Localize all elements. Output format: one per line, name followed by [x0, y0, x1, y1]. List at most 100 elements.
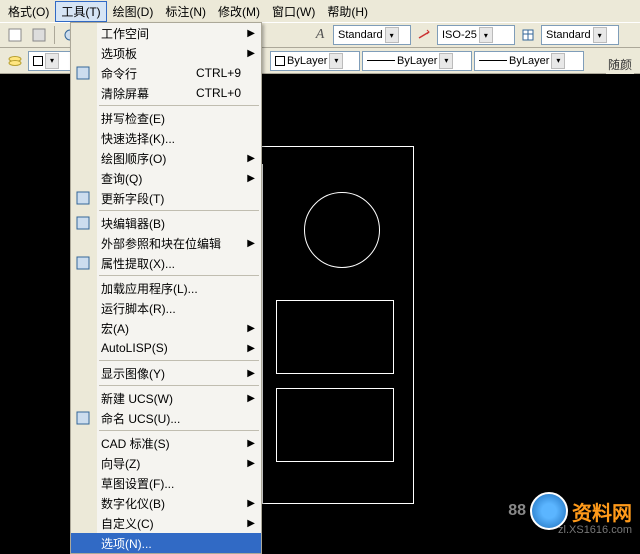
dropdown-arrow-icon: ▾ — [439, 53, 453, 69]
dropdown-arrow-icon: ▾ — [593, 27, 607, 43]
dropdown-arrow-icon: ▾ — [551, 53, 565, 69]
menu-help[interactable]: 帮助(H) — [321, 1, 374, 22]
dim-style-combo[interactable]: ISO-25▾ — [437, 25, 515, 45]
menu-item-11[interactable]: 块编辑器(B) — [71, 213, 261, 233]
color-combo[interactable]: ByLayer▾ — [270, 51, 360, 71]
menu-item-label: 自定义(C) — [101, 515, 154, 532]
layer-icon[interactable] — [4, 50, 26, 72]
menu-item-1[interactable]: 选项板▶ — [71, 43, 261, 63]
submenu-arrow-icon: ▶ — [247, 368, 255, 379]
line-preview — [367, 60, 395, 61]
plot-style-label: 随颜 — [606, 54, 634, 75]
menu-item-18[interactable]: AutoLISP(S)▶ — [71, 338, 261, 358]
drawing-circle — [304, 192, 380, 268]
menu-item-label: 工作空间 — [101, 25, 149, 42]
tool-icon-1[interactable] — [4, 24, 26, 46]
menu-item-25[interactable]: CAD 标准(S) ▶ — [71, 433, 261, 453]
menu-item-6[interactable]: 快速选择(K)... — [71, 128, 261, 148]
menu-item-9[interactable]: 更新字段(T) — [71, 188, 261, 208]
menu-draw[interactable]: 绘图(D) — [107, 1, 160, 22]
lineweight-value: ByLayer — [509, 55, 549, 67]
dim-style-icon[interactable] — [413, 24, 435, 46]
menu-item-8[interactable]: 查询(Q) ▶ — [71, 168, 261, 188]
menu-item-label: 草图设置(F)... — [101, 475, 174, 492]
menu-item-label: 属性提取(X)... — [101, 255, 175, 272]
block-icon — [75, 215, 91, 231]
menu-dimension[interactable]: 标注(N) — [159, 1, 212, 22]
menu-item-29[interactable]: 自定义(C) ▶ — [71, 513, 261, 533]
text-style-icon[interactable]: A — [309, 24, 331, 46]
menu-item-label: 清除屏幕 — [101, 85, 149, 102]
menu-item-label: CAD 标准(S) — [101, 435, 170, 452]
tool-icon-2[interactable] — [28, 24, 50, 46]
dropdown-arrow-icon: ▾ — [385, 27, 399, 43]
table-style-combo[interactable]: Standard▾ — [541, 25, 619, 45]
color-value: ByLayer — [287, 55, 327, 67]
menu-item-17[interactable]: 宏(A)▶ — [71, 318, 261, 338]
menu-item-26[interactable]: 向导(Z)▶ — [71, 453, 261, 473]
line-preview — [479, 60, 507, 61]
submenu-arrow-icon: ▶ — [247, 173, 255, 184]
menu-item-23[interactable]: 命名 UCS(U)... — [71, 408, 261, 428]
menu-item-2[interactable]: 命令行CTRL+9 — [71, 63, 261, 83]
submenu-arrow-icon: ▶ — [247, 153, 255, 164]
menu-item-20[interactable]: 显示图像(Y) ▶ — [71, 363, 261, 383]
menu-item-27[interactable]: 草图设置(F)... — [71, 473, 261, 493]
menu-item-30[interactable]: 选项(N)... — [71, 533, 261, 553]
menu-item-3[interactable]: 清除屏幕 CTRL+0 — [71, 83, 261, 103]
menu-item-12[interactable]: 外部参照和块在位编辑 ▶ — [71, 233, 261, 253]
submenu-arrow-icon: ▶ — [247, 458, 255, 469]
menu-item-label: 快速选择(K)... — [101, 130, 175, 147]
submenu-arrow-icon: ▶ — [247, 438, 255, 449]
menu-item-label: 外部参照和块在位编辑 — [101, 235, 221, 252]
text-style-combo[interactable]: Standard▾ — [333, 25, 411, 45]
submenu-arrow-icon: ▶ — [247, 238, 255, 249]
menu-item-label: 命名 UCS(U)... — [101, 410, 180, 427]
linetype-value: ByLayer — [397, 55, 437, 67]
submenu-arrow-icon: ▶ — [247, 28, 255, 39]
menu-shortcut: CTRL+0 — [196, 86, 241, 100]
menu-modify[interactable]: 修改(M) — [212, 1, 266, 22]
menu-window[interactable]: 窗口(W) — [266, 1, 321, 22]
watermark-brand: 资料网 — [572, 497, 632, 526]
menu-item-5[interactable]: 拼写检查(E) — [71, 108, 261, 128]
submenu-arrow-icon: ▶ — [247, 48, 255, 59]
menu-format[interactable]: 格式(O) — [2, 1, 55, 22]
menu-item-0[interactable]: 工作空间 ▶ — [71, 23, 261, 43]
menu-item-15[interactable]: 加载应用程序(L)... — [71, 278, 261, 298]
linetype-combo[interactable]: ByLayer▾ — [362, 51, 472, 71]
submenu-arrow-icon: ▶ — [247, 343, 255, 354]
watermark-url: zl.XS1616.com — [558, 524, 632, 536]
menu-item-label: 显示图像(Y) — [101, 365, 165, 382]
tools-menu-dropdown: 工作空间▶选项板▶命令行CTRL+9清除屏幕CTRL+0拼写检查(E)快速选择(… — [70, 22, 262, 554]
ucs-icon — [75, 410, 91, 426]
attr-icon — [75, 255, 91, 271]
drawing-left-edge — [262, 164, 263, 504]
menu-tools[interactable]: 工具(T) — [55, 1, 106, 22]
submenu-arrow-icon: ▶ — [247, 518, 255, 529]
menubar: 格式(O) 工具(T) 绘图(D) 标注(N) 修改(M) 窗口(W) 帮助(H… — [0, 0, 640, 22]
watermark-digits: 88 — [508, 502, 526, 520]
menu-item-22[interactable]: 新建 UCS(W) ▶ — [71, 388, 261, 408]
menu-item-label: 新建 UCS(W) — [101, 390, 173, 407]
menu-item-label: 更新字段(T) — [101, 190, 164, 207]
submenu-arrow-icon: ▶ — [247, 498, 255, 509]
color-swatch — [33, 56, 43, 66]
table-style-icon[interactable] — [517, 24, 539, 46]
menu-item-13[interactable]: 属性提取(X)... — [71, 253, 261, 273]
submenu-arrow-icon: ▶ — [247, 393, 255, 404]
menu-item-7[interactable]: 绘图顺序(O)▶ — [71, 148, 261, 168]
color-swatch — [275, 56, 285, 66]
menu-item-label: 运行脚本(R)... — [101, 300, 176, 317]
dropdown-arrow-icon: ▾ — [45, 53, 59, 69]
menu-shortcut: CTRL+9 — [196, 66, 241, 80]
menu-item-16[interactable]: 运行脚本(R)... — [71, 298, 261, 318]
submenu-arrow-icon: ▶ — [247, 323, 255, 334]
menu-item-28[interactable]: 数字化仪(B)▶ — [71, 493, 261, 513]
drawing-rect-1 — [276, 300, 394, 374]
layer-state-combo[interactable]: ▾ — [28, 51, 76, 71]
menu-item-label: 查询(Q) — [101, 170, 142, 187]
lineweight-combo[interactable]: ByLayer▾ — [474, 51, 584, 71]
separator — [54, 26, 55, 44]
text-style-value: Standard — [338, 29, 383, 41]
